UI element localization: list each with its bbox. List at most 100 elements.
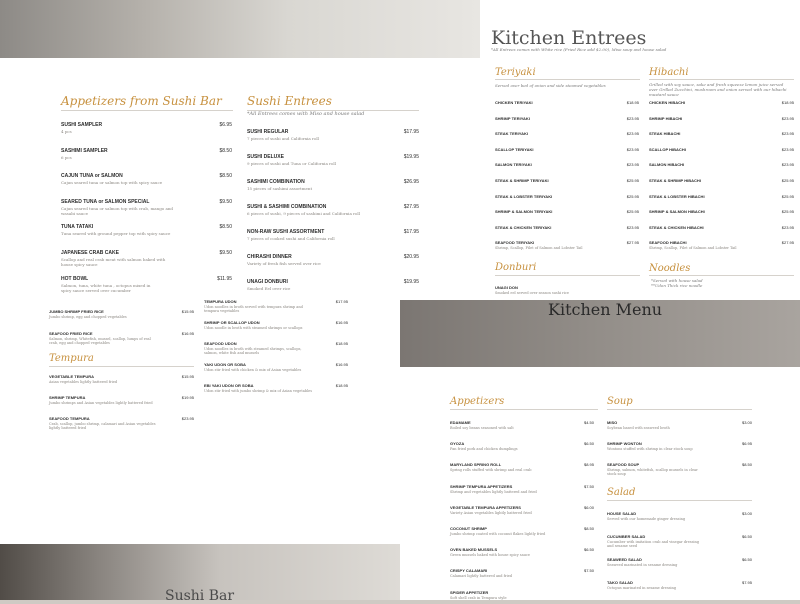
menu-item-description: Variety Asian vegetables lightly battere… <box>450 510 532 515</box>
menu-item-price: $7.95 <box>741 580 752 585</box>
menu-item-name: SHRIMP TEMPURA <box>49 395 86 400</box>
menu-item-price: $27.95 <box>626 240 639 246</box>
soup-title: Soup <box>607 396 633 407</box>
menu-item-name: CHICKEN HIBACHI <box>649 100 685 105</box>
menu-item-name: SUSHI REGULAR <box>247 129 289 135</box>
menu-item-description: Asian vegetables lightly battered fried <box>49 380 118 384</box>
menu-item: HOUSE SALAD Served with our homemade ging… <box>607 511 752 521</box>
menu-item-name: SEAFOOD TERIYAKI <box>495 240 535 246</box>
menu-item-description: and sesame seed <box>607 544 638 548</box>
menu-item: STEAK & CHICKEN HIBACHI $23.95 <box>649 225 794 230</box>
menu-item: VEGETABLE TEMPURA Asian vegetables lightl… <box>49 374 194 384</box>
menu-item-price: $6.00 <box>583 504 594 510</box>
menu-item-name: STEAK & SHRIMP TERIYAKI <box>495 178 549 183</box>
menu-item-price: $23.95 <box>781 115 794 121</box>
menu-item-name: STEAK & CHICKEN TERIYAKI <box>495 224 552 230</box>
menu-item: HOT BOWL Salmon, tuna, white tuna , octop… <box>61 276 232 293</box>
menu-item: STEAK & SHRIMP HIBACHI $25.95 <box>649 178 794 183</box>
menu-item-price: $6.95 <box>741 441 752 446</box>
menu-item: COCONUT SHRIMP Jumbo shrimp coated with c… <box>450 526 594 536</box>
menu-item: CHICKEN TERIYAKI $18.95 <box>495 100 639 105</box>
menu-item-description: Tuna seared with ground pepper top with … <box>61 231 171 237</box>
menu-item-description: 7 pieces of sushi and California roll <box>247 136 319 141</box>
menu-item: STEAK & LOBSTER TERIYAKI $25.95 <box>495 194 639 199</box>
food-photo-top <box>0 0 480 58</box>
divider <box>607 500 752 501</box>
menu-item-description: Jumbo shrimp, egg and chopped vegetables <box>49 315 127 319</box>
sushi-entrees-note: *All Entrees comes with Miso and house s… <box>247 111 365 117</box>
menu-item-price: $23.95 <box>181 416 194 421</box>
menu-item-name: SALMON TERIYAKI <box>495 162 532 168</box>
menu-item-price: $18.95 <box>335 383 348 388</box>
menu-item-name: GYOZA <box>450 441 465 447</box>
menu-item-name: UNAGI DONBURI <box>247 279 288 285</box>
menu-item: STEAK & SHRIMP TERIYAKI $25.95 <box>495 178 639 183</box>
menu-item-price: $9.50 <box>219 198 232 205</box>
menu-item-name: SUSHI SAMPLER <box>61 122 103 128</box>
menu-item-name: MARYLAND SPRING ROLL <box>450 462 502 468</box>
menu-item: SCALLOP HIBACHI $23.95 <box>649 147 794 152</box>
menu-item-name: SUSHI DELUXE <box>247 154 284 160</box>
menu-item: SEARED TUNA or SALMON SPECIAL Cajun seare… <box>61 199 232 216</box>
menu-item-name: CHICKEN TERIYAKI <box>495 100 533 105</box>
menu-item-name: COCONUT SHRIMP <box>450 526 487 531</box>
menu-item-name: SCALLOP HIBACHI <box>649 146 686 152</box>
menu-item-name: CHIRASHI DINNER <box>247 254 292 260</box>
menu-item-price: $25.95 <box>781 209 794 215</box>
menu-item-name: EDAMAME <box>450 420 471 425</box>
donburi-title: Donburi <box>495 262 537 273</box>
menu-item-name: NON-RAW SUSHI ASSORTMENT <box>247 229 325 235</box>
menu-item-price: $8.95 <box>583 462 594 468</box>
menu-item-name: SEAFOOD FRIED RICE <box>49 331 93 336</box>
menu-item: SHRIMP & SALMON HIBACHI $25.95 <box>649 209 794 214</box>
menu-item-name: SEAWEED SALAD <box>607 557 642 562</box>
menu-item-name: TUNA TATAKI <box>61 224 94 231</box>
menu-item-price: $23.95 <box>626 162 639 168</box>
menu-item-name: SEAFOOD HIBACHI <box>649 240 687 246</box>
menu-item-name: SALMON HIBACHI <box>649 162 685 168</box>
menu-item-price: $8.50 <box>219 147 232 154</box>
menu-item-name: SHRIMP & SALMON TERIYAKI <box>495 209 553 215</box>
menu-item-description: Udon noodle in broth with steamed shrimp… <box>204 326 303 330</box>
menu-item-name: TEMPURA UDON <box>204 299 237 304</box>
menu-item-price: $16.95 <box>335 320 348 325</box>
menu-item-name: SEAFOOD SOUP <box>607 462 640 467</box>
menu-item: SEAFOOD TERIYAKI Shrimp, Scallop, Filet o… <box>495 240 639 250</box>
menu-item-name: SUSHI & SASHIMI COMBINATION <box>247 204 327 210</box>
divider <box>495 79 640 80</box>
menu-item: CRISPY CALAMARI Calamari lightly battered… <box>450 568 594 578</box>
menu-item-name: TAKO SALAD <box>607 580 633 585</box>
divider <box>649 275 794 276</box>
menu-item-price: $4.50 <box>583 420 594 425</box>
menu-item-price: $8.50 <box>219 224 232 231</box>
menu-item-price: $17.95 <box>403 229 419 235</box>
menu-item-name: UNAGI DON <box>495 285 518 290</box>
menu-item: SASHIMI COMBINATION 15 pieces of sashimi … <box>247 179 419 191</box>
menu-item-description: Jumbo shrimp coated with coconut flakes … <box>450 532 546 536</box>
menu-item: YAKI UDON OR SOBA Udon stir fried with ch… <box>204 362 348 372</box>
menu-item-name: SEAFOOD UDON <box>204 341 237 346</box>
menu-item-price: $25.95 <box>781 193 794 199</box>
menu-item-price: $19.95 <box>403 279 419 285</box>
sushi-entrees-title: Sushi Entrees <box>247 94 332 108</box>
menu-item-price: $17.95 <box>403 129 419 135</box>
menu-item-description: Pan fried pork and chicken dumplings <box>450 447 518 452</box>
menu-item-name: SASHIMI SAMPLER <box>61 147 108 154</box>
menu-item-name: CRISPY CALAMARI <box>450 568 488 574</box>
menu-item-description: Shrimp, Scallop, Filet of Salmon and Lob… <box>495 246 583 251</box>
menu-item-description: Served with our homemade ginger dressing <box>607 517 686 521</box>
menu-item-description: 6 pcs <box>61 154 72 160</box>
kitchen-appetizers-title: Appetizers <box>450 396 505 407</box>
menu-item-name: CUCUMBER SALAD <box>607 534 646 539</box>
menu-item-price: $25.95 <box>626 193 639 199</box>
menu-item-price: $6.50 <box>741 557 752 562</box>
menu-item-price: $25.95 <box>781 178 794 183</box>
menu-item-description: Smoked Eel over rice <box>247 286 291 291</box>
tempura-title: Tempura <box>49 353 94 364</box>
menu-item: SEAFOOD SOUP Shrimp, salmon, whitefish, s… <box>607 462 752 476</box>
menu-item-price: $7.50 <box>583 483 594 489</box>
menu-item: SUSHI & SASHIMI COMBINATION 6 pieces of s… <box>247 204 419 216</box>
menu-item-description: tempura vegetables <box>204 309 240 313</box>
menu-item-description: spicy sauce served over cucumber <box>61 287 131 293</box>
menu-item-price: $17.95 <box>335 299 348 304</box>
